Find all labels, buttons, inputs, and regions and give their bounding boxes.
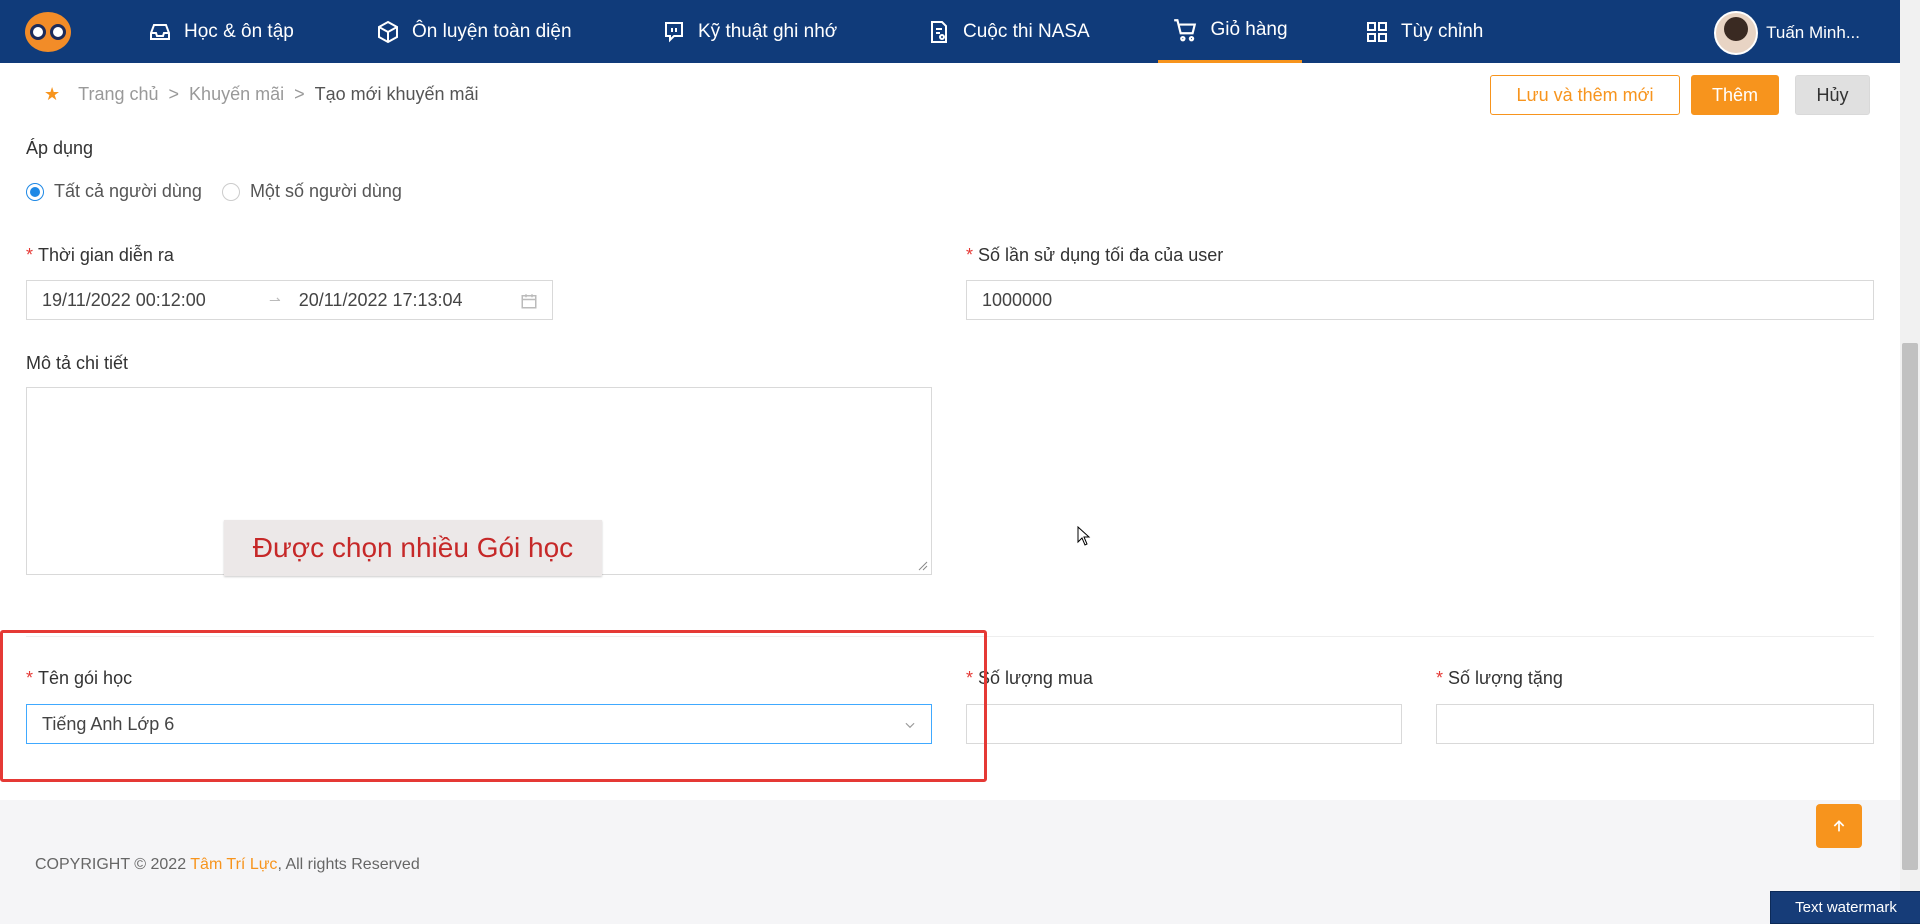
range-arrow-icon: ⇀	[269, 291, 281, 308]
cart-icon	[1174, 19, 1197, 42]
add-button[interactable]: Thêm	[1691, 75, 1779, 115]
nav-item-hoc-on-tap[interactable]: Học & ôn tập	[148, 0, 294, 63]
nav-item-cuoc-thi[interactable]: Cuộc thi NASA	[927, 0, 1090, 63]
star-icon: ★	[44, 84, 61, 104]
breadcrumb-separator: >	[168, 84, 180, 104]
nav-item-ky-thuat[interactable]: Kỹ thuật ghi nhớ	[662, 0, 837, 63]
document-icon	[931, 20, 947, 43]
radio-some-users[interactable]	[221, 182, 240, 201]
inbox-icon	[150, 23, 170, 40]
nav-label: Cuộc thi NASA	[963, 20, 1090, 42]
nav-item-gio-hang[interactable]: Giỏ hàng	[1158, 0, 1302, 63]
scrollbar-thumb[interactable]	[1902, 343, 1918, 870]
gift-qty-label: * Số lượng tặng	[1436, 668, 1563, 688]
nav-item-on-luyen[interactable]: Ôn luyện toàn diện	[376, 0, 572, 63]
nav-label: Giỏ hàng	[1210, 19, 1288, 40]
watermark: Text watermark	[1770, 891, 1920, 924]
breadcrumb-current: Tạo mới khuyến mãi	[314, 84, 479, 104]
apply-radio-group: Tất cả người dùng Một số người dùng	[26, 181, 402, 202]
user-name: Tuấn Minh...	[1766, 23, 1860, 42]
breadcrumb-separator: >	[294, 84, 305, 104]
radio-all-users[interactable]	[26, 182, 44, 201]
box-icon	[378, 20, 398, 43]
end-date[interactable]: 20/11/2022 17:13:04	[299, 290, 463, 311]
resize-handle-icon[interactable]	[918, 561, 928, 571]
footer: COPYRIGHT © 2022 Tâm Trí Lực, All rights…	[35, 856, 420, 874]
nav-label: Tùy chỉnh	[1401, 20, 1484, 42]
breadcrumb: ★ Trang chủ > Khuyến mãi > Tạo mới khuyế…	[44, 84, 479, 105]
nav-label: Ôn luyện toàn diện	[412, 20, 572, 42]
arrow-up-icon	[1833, 820, 1845, 832]
buy-qty-input[interactable]	[966, 704, 1402, 744]
nav-item-tuy-chinh[interactable]: Tùy chỉnh	[1365, 0, 1483, 63]
annotation-tooltip: Được chọn nhiều Gói học	[224, 520, 602, 576]
top-nav: Học & ôn tập Ôn luyện toàn diện Kỹ thuật…	[0, 0, 1900, 63]
start-date[interactable]: 19/11/2022 00:12:00	[42, 290, 269, 311]
cancel-button[interactable]: Hủy	[1795, 75, 1870, 115]
logo[interactable]	[25, 12, 71, 52]
radio-label[interactable]: Một số người dùng	[250, 181, 402, 202]
scroll-to-top-button[interactable]	[1816, 804, 1862, 848]
footer-copyright: COPYRIGHT © 2022	[35, 856, 191, 873]
footer-brand-link[interactable]: Tâm Trí Lực	[190, 856, 277, 873]
apply-label: Áp dụng	[26, 138, 94, 158]
footer-rights: , All rights Reserved	[277, 856, 420, 873]
description-label: Mô tả chi tiết	[26, 353, 129, 373]
user-menu[interactable]: Tuấn Minh...	[1714, 11, 1860, 55]
breadcrumb-section[interactable]: Khuyến mãi	[189, 84, 284, 105]
gift-qty-input[interactable]	[1436, 704, 1874, 744]
calendar-icon	[521, 294, 537, 309]
radio-label[interactable]: Tất cả người dùng	[54, 181, 202, 202]
time-label: * Thời gian diễn ra	[26, 245, 174, 265]
max-use-label: * Số lần sử dụng tối đa của user	[966, 245, 1224, 265]
max-use-value: 1000000	[982, 289, 1053, 310]
breadcrumb-home[interactable]: Trang chủ	[78, 84, 158, 105]
chat-icon	[665, 21, 683, 42]
nav-label: Học & ôn tập	[184, 20, 294, 42]
max-use-input[interactable]: 1000000	[966, 280, 1874, 320]
mouse-cursor-icon	[1077, 526, 1091, 546]
highlight-box	[0, 630, 987, 782]
nav-label: Kỹ thuật ghi nhớ	[698, 20, 838, 42]
save-and-add-button[interactable]: Lưu và thêm mới	[1490, 75, 1680, 115]
grid-icon	[1367, 21, 1387, 42]
avatar	[1714, 11, 1759, 55]
date-range-picker[interactable]: 19/11/2022 00:12:00 ⇀ 20/11/2022 17:13:0…	[26, 280, 553, 320]
